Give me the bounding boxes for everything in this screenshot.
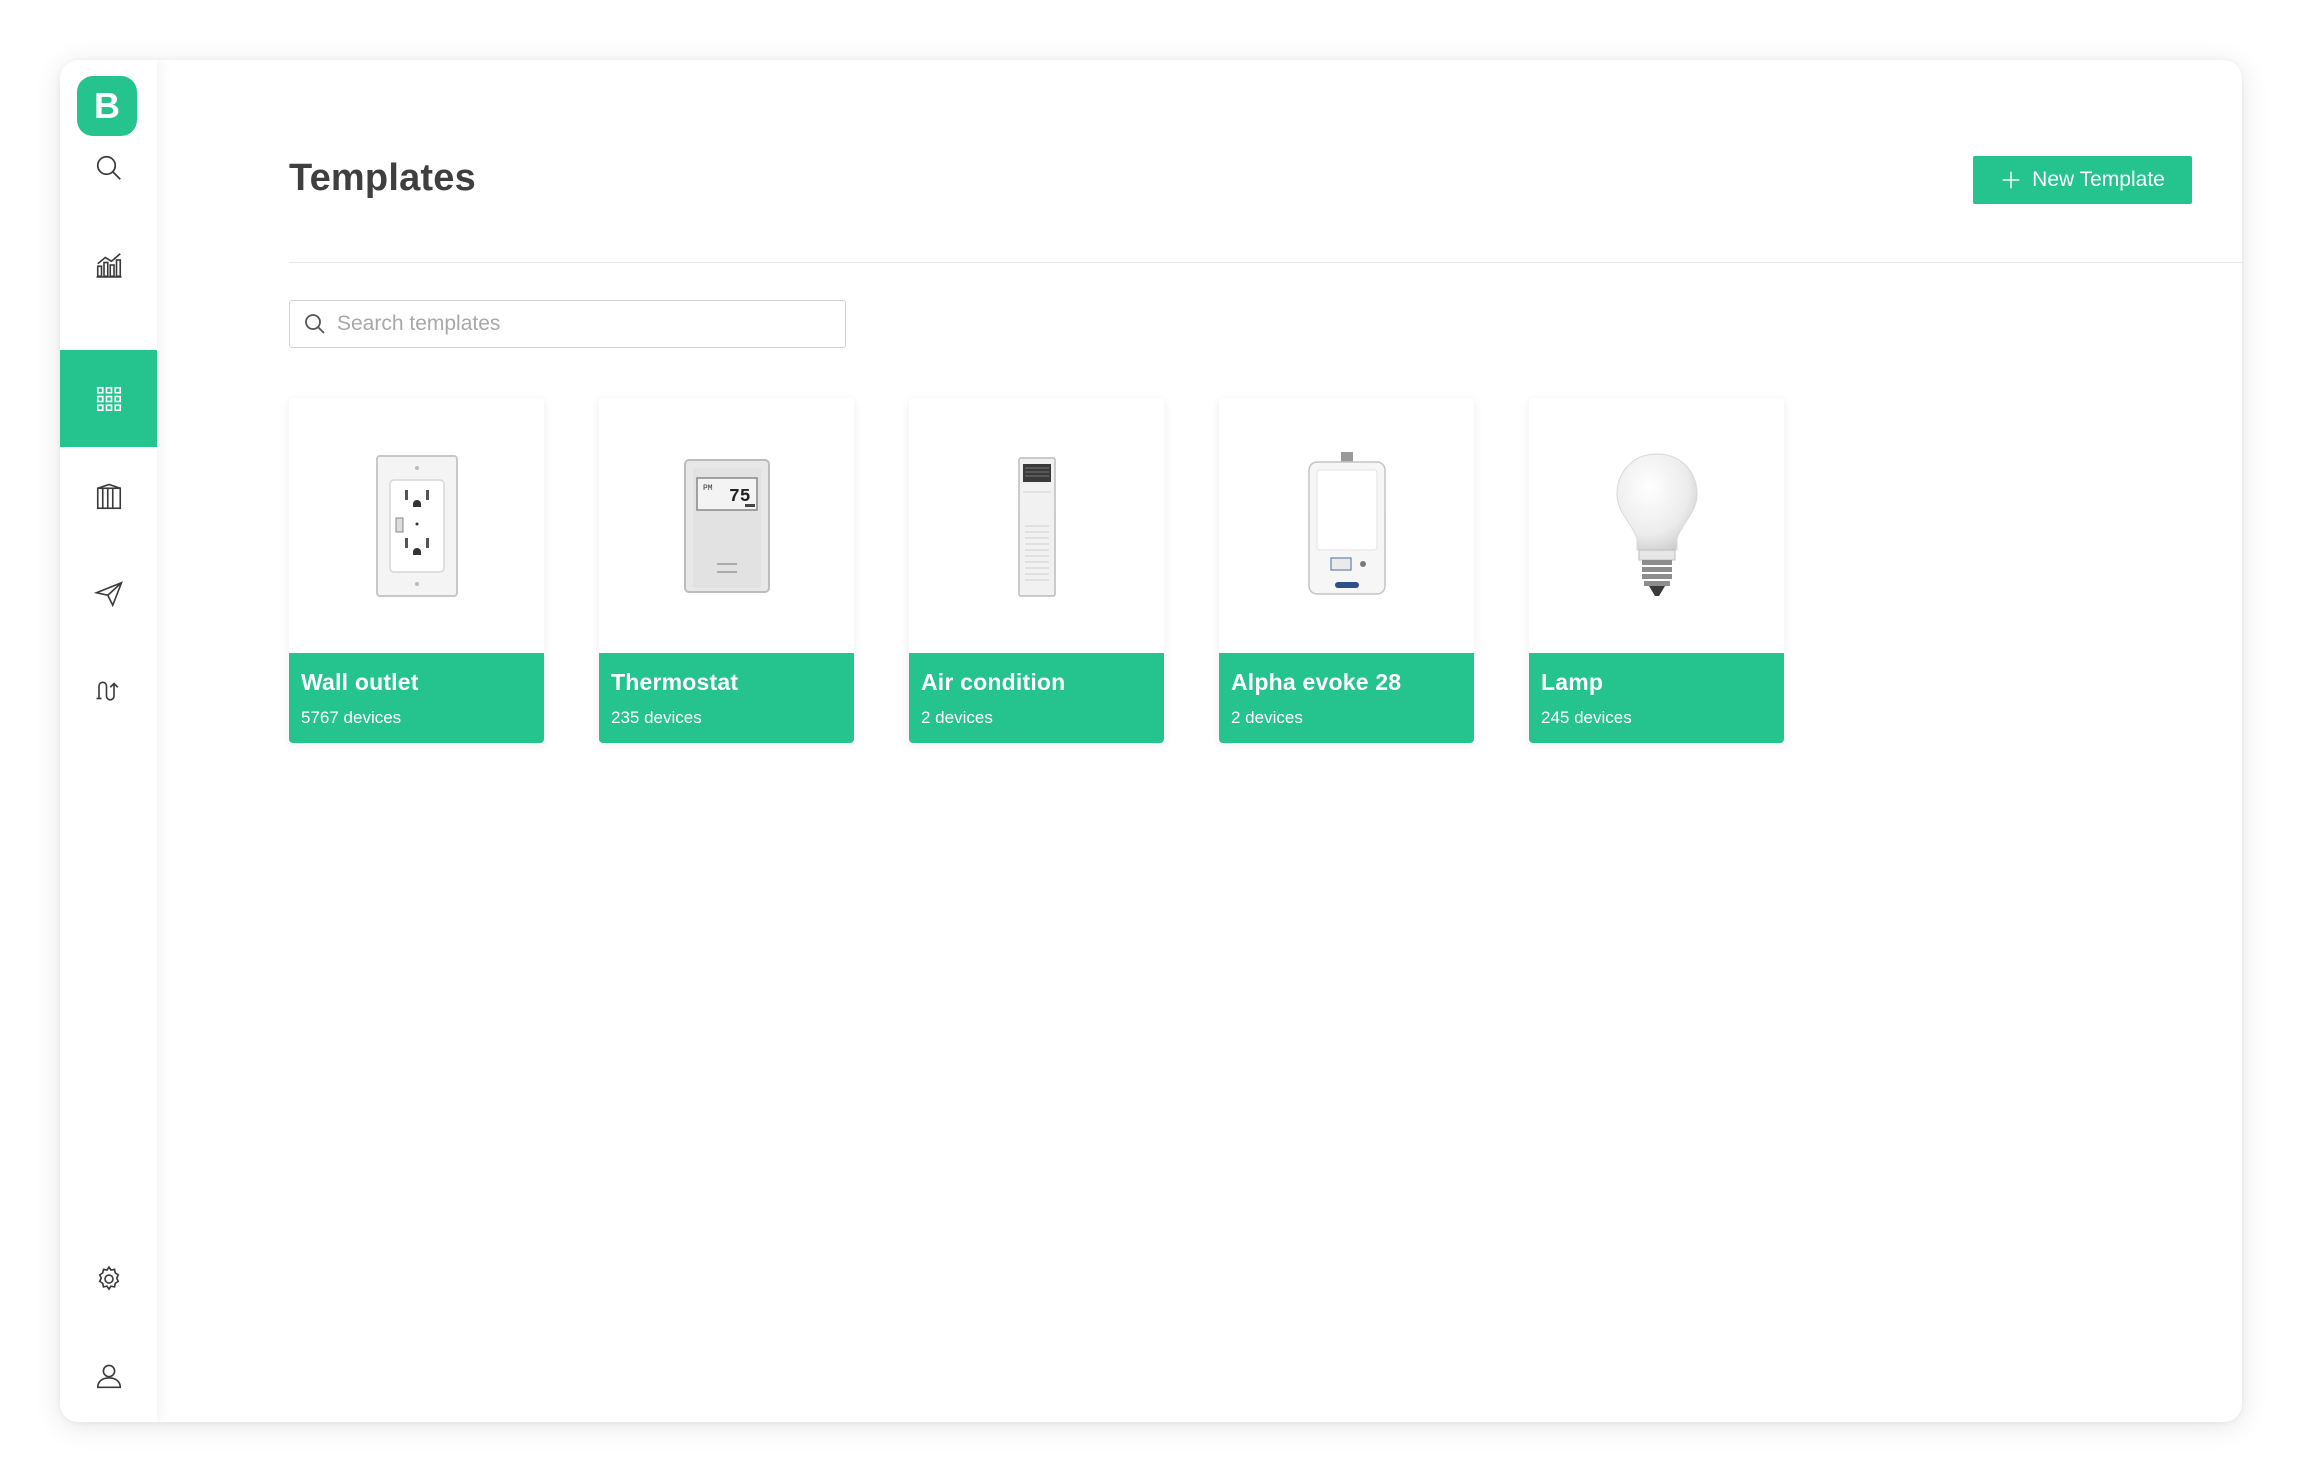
template-device-count: 2 devices (921, 708, 993, 727)
template-card-wall-outlet[interactable]: Wall outlet 5767 devices (289, 398, 544, 743)
new-template-label: New Template (2032, 168, 2165, 191)
sidebar-item-profile[interactable] (60, 1327, 157, 1422)
air-condition-image (1017, 456, 1056, 597)
template-card-alpha-evoke-28[interactable]: Alpha evoke 28 2 devices (1219, 398, 1474, 743)
analytics-icon (96, 252, 121, 278)
template-device-count: 2 devices (1231, 708, 1303, 727)
lamp-image (1615, 452, 1698, 596)
template-device-count: 245 devices (1541, 708, 1632, 727)
header-divider (289, 262, 2242, 263)
plus-icon (2002, 171, 2020, 189)
send-icon (93, 580, 123, 607)
new-template-button[interactable]: New Template (1973, 156, 2192, 204)
templates-grid-icon (96, 386, 121, 411)
flow-icon (96, 680, 118, 701)
page-title: Templates (289, 157, 476, 199)
sidebar-item-templates[interactable] (60, 350, 157, 447)
template-card-air-condition[interactable]: Air condition 2 devices (909, 398, 1164, 743)
template-name: Wall outlet (301, 669, 419, 695)
search-icon (305, 314, 325, 334)
settings-gear-icon (98, 1265, 119, 1291)
main-content: Templates New Template Search templates … (157, 60, 2242, 1422)
sidebar-item-settings[interactable] (60, 1230, 157, 1327)
building-icon (96, 483, 121, 509)
sidebar-item-organizations[interactable] (60, 448, 157, 545)
template-card-lamp[interactable]: Lamp 245 devices (1529, 398, 1784, 743)
card-image (909, 398, 1164, 653)
card-footer: Lamp 245 devices (1529, 653, 1784, 743)
template-name: Air condition (921, 669, 1066, 695)
template-name: Lamp (1541, 669, 1604, 695)
boiler-image (1307, 451, 1386, 595)
sidebar-item-search[interactable] (60, 119, 157, 216)
svg-text:PM: PM (703, 484, 713, 493)
card-image (289, 398, 544, 653)
card-image (1529, 398, 1784, 653)
sidebar-item-analytics[interactable] (60, 216, 157, 313)
search-input[interactable] (335, 311, 819, 337)
card-footer: Wall outlet 5767 devices (289, 653, 544, 743)
card-footer: Air condition 2 devices (909, 653, 1164, 743)
template-device-count: 235 devices (611, 708, 702, 727)
template-card-thermostat[interactable]: PM 75 Thermostat 235 devices (599, 398, 854, 743)
template-name: Thermostat (611, 669, 739, 695)
app-window: B Templates New Template Search template… (60, 60, 2242, 1422)
card-image: PM 75 (599, 398, 854, 653)
wall-outlet-image (375, 454, 458, 597)
sidebar-item-flows[interactable] (60, 642, 157, 739)
user-icon (96, 1364, 121, 1388)
thermostat-image: PM 75 (683, 458, 770, 593)
template-name: Alpha evoke 28 (1231, 669, 1402, 695)
card-footer: Alpha evoke 28 2 devices (1219, 653, 1474, 743)
sidebar: B (60, 60, 157, 1422)
sidebar-item-messages[interactable] (60, 545, 157, 642)
search-box[interactable] (289, 300, 846, 348)
card-footer: Thermostat 235 devices (599, 653, 854, 743)
card-image (1219, 398, 1474, 653)
template-device-count: 5767 devices (301, 708, 402, 727)
search-icon (96, 155, 121, 180)
